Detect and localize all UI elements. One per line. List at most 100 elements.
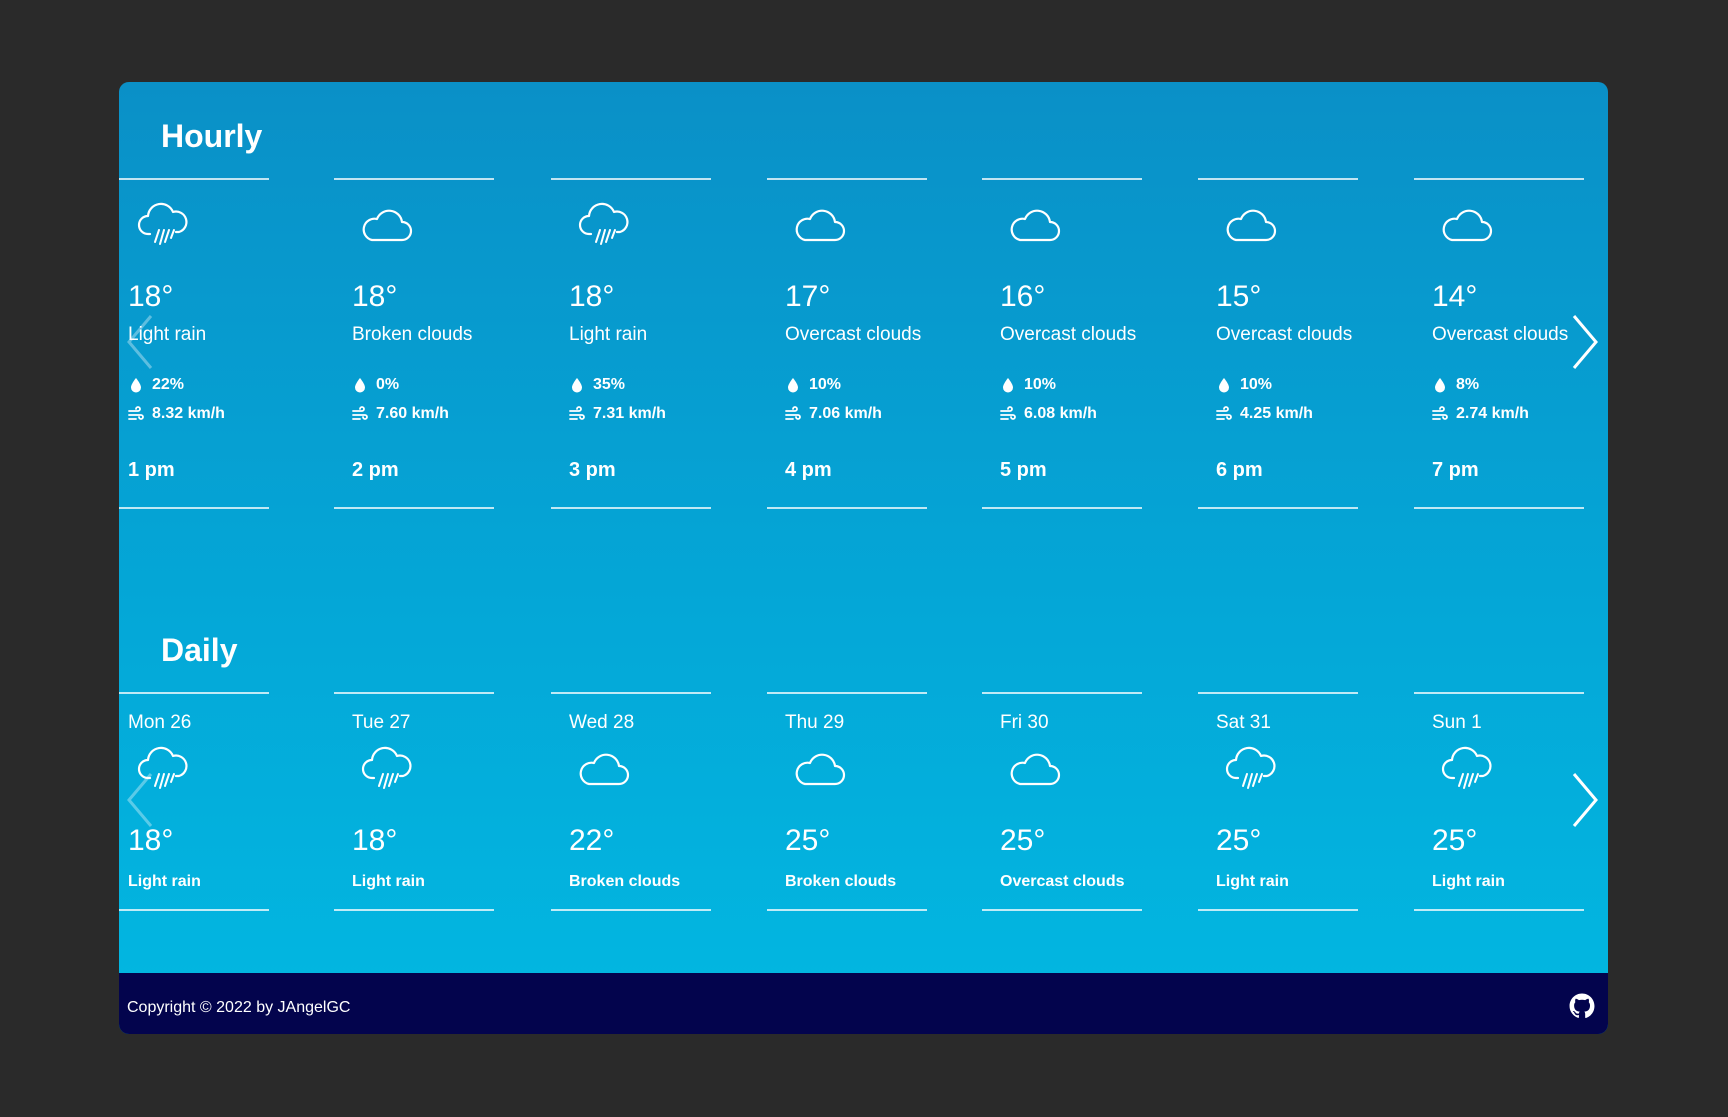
hourly-wind: 6.08 km/h xyxy=(1000,405,1097,423)
rain-cloud-icon xyxy=(573,200,633,254)
hourly-precip: 0% xyxy=(352,376,399,394)
rain-cloud-icon xyxy=(1220,744,1280,798)
hourly-precip: 22% xyxy=(128,376,184,394)
hourly-temp: 16° xyxy=(1000,280,1046,313)
hourly-wind: 8.32 km/h xyxy=(128,405,225,423)
hourly-desc: Overcast clouds xyxy=(1000,324,1137,345)
daily-day: Tue 27 xyxy=(352,712,411,733)
hourly-precip: 10% xyxy=(785,376,841,394)
github-icon[interactable] xyxy=(1569,993,1595,1019)
precip-value: 10% xyxy=(809,376,842,393)
rain-cloud-icon xyxy=(132,200,192,254)
daily-day: Sun 1 xyxy=(1432,712,1482,733)
cloud-icon xyxy=(1004,200,1064,254)
hourly-precip: 8% xyxy=(1432,376,1479,394)
hourly-precip: 10% xyxy=(1000,376,1056,394)
daily-title: Daily xyxy=(161,632,238,668)
hourly-prev-arrow-icon[interactable] xyxy=(121,310,161,374)
hourly-temp: 15° xyxy=(1216,280,1262,313)
wind-icon xyxy=(569,406,585,422)
wind-value: 2.74 km/h xyxy=(1456,405,1529,422)
precip-value: 0% xyxy=(376,376,400,393)
wind-value: 7.60 km/h xyxy=(376,405,449,422)
precip-value: 22% xyxy=(152,376,185,393)
droplet-icon xyxy=(352,377,368,393)
cloud-icon xyxy=(789,200,849,254)
cloud-icon xyxy=(1004,744,1064,798)
daily-forecast-item[interactable]: Sun 1 25° Light rain xyxy=(1414,692,1584,911)
hourly-forecast-item[interactable]: 16° Overcast clouds 10% 6.08 km/h 5 pm xyxy=(982,178,1142,509)
cloud-icon xyxy=(1436,200,1496,254)
hourly-temp: 18° xyxy=(352,280,398,313)
hourly-forecast-item[interactable]: 14° Overcast clouds 8% 2.74 km/h 7 pm xyxy=(1414,178,1584,509)
daily-desc: Broken clouds xyxy=(785,873,897,890)
hourly-temp: 18° xyxy=(569,280,615,313)
wind-value: 8.32 km/h xyxy=(152,405,225,422)
daily-day: Thu 29 xyxy=(785,712,845,733)
hourly-time: 7 pm xyxy=(1432,459,1479,481)
droplet-icon xyxy=(1000,377,1016,393)
copyright-text: Copyright © 2022 by JAngelGC xyxy=(127,999,351,1016)
precip-value: 8% xyxy=(1456,376,1480,393)
daily-next-arrow-icon[interactable] xyxy=(1564,768,1604,832)
hourly-wind: 2.74 km/h xyxy=(1432,405,1529,423)
daily-desc: Broken clouds xyxy=(569,873,681,890)
precip-value: 35% xyxy=(593,376,626,393)
hourly-precip: 10% xyxy=(1216,376,1272,394)
wind-icon xyxy=(1216,406,1232,422)
hourly-carousel: 18° Light rain 22% 8.32 km/h 1 pm 18° Broken c… xyxy=(119,178,1608,509)
wind-icon xyxy=(1000,406,1016,422)
wind-value: 6.08 km/h xyxy=(1024,405,1097,422)
droplet-icon xyxy=(128,377,144,393)
daily-prev-arrow-icon[interactable] xyxy=(121,768,161,832)
hourly-desc: Overcast clouds xyxy=(1216,324,1353,345)
wind-value: 7.31 km/h xyxy=(593,405,666,422)
precip-value: 10% xyxy=(1240,376,1273,393)
daily-forecast-item[interactable]: Tue 27 18° Light rain xyxy=(334,692,494,911)
daily-day: Mon 26 xyxy=(128,712,192,733)
hourly-time: 3 pm xyxy=(569,459,616,481)
hourly-temp: 14° xyxy=(1432,280,1478,313)
hourly-forecast-item[interactable]: 15° Overcast clouds 10% 4.25 km/h 6 pm xyxy=(1198,178,1358,509)
wind-value: 4.25 km/h xyxy=(1240,405,1313,422)
daily-desc: Light rain xyxy=(128,873,201,890)
droplet-icon xyxy=(785,377,801,393)
weather-card: Hourly 18° Light rain 22% 8.32 km/h 1 pm 18° B… xyxy=(119,82,1608,1034)
hourly-wind: 7.31 km/h xyxy=(569,405,666,423)
hourly-desc: Light rain xyxy=(569,324,648,345)
daily-desc: Light rain xyxy=(352,873,425,890)
wind-icon xyxy=(352,406,368,422)
hourly-next-arrow-icon[interactable] xyxy=(1564,310,1604,374)
hourly-time: 1 pm xyxy=(128,459,175,481)
hourly-forecast-item[interactable]: 17° Overcast clouds 10% 7.06 km/h 4 pm xyxy=(767,178,927,509)
daily-forecast-item[interactable]: Fri 30 25° Overcast clouds xyxy=(982,692,1142,911)
hourly-temp: 17° xyxy=(785,280,831,313)
daily-forecast-item[interactable]: Sat 31 25° Light rain xyxy=(1198,692,1358,911)
droplet-icon xyxy=(569,377,585,393)
daily-temp: 25° xyxy=(785,824,831,857)
hourly-desc: Overcast clouds xyxy=(785,324,922,345)
wind-icon xyxy=(1432,406,1448,422)
wind-icon xyxy=(785,406,801,422)
daily-desc: Light rain xyxy=(1432,873,1505,890)
precip-value: 10% xyxy=(1024,376,1057,393)
hourly-forecast-item[interactable]: 18° Broken clouds 0% 7.60 km/h 2 pm xyxy=(334,178,494,509)
footer: Copyright © 2022 by JAngelGC xyxy=(119,973,1608,1034)
daily-day: Wed 28 xyxy=(569,712,635,733)
cloud-icon xyxy=(789,744,849,798)
daily-forecast-item[interactable]: Thu 29 25° Broken clouds xyxy=(767,692,927,911)
hourly-precip: 35% xyxy=(569,376,625,394)
daily-day: Fri 30 xyxy=(1000,712,1049,733)
hourly-forecast-item[interactable]: 18° Light rain 35% 7.31 km/h 3 pm xyxy=(551,178,711,509)
hourly-desc: Overcast clouds xyxy=(1432,324,1569,345)
daily-forecast-item[interactable]: Wed 28 22° Broken clouds xyxy=(551,692,711,911)
daily-temp: 25° xyxy=(1216,824,1262,857)
daily-temp: 25° xyxy=(1000,824,1046,857)
hourly-time: 2 pm xyxy=(352,459,399,481)
hourly-wind: 4.25 km/h xyxy=(1216,405,1313,423)
hourly-desc: Broken clouds xyxy=(352,324,473,345)
daily-desc: Overcast clouds xyxy=(1000,873,1125,890)
cloud-icon xyxy=(356,200,416,254)
hourly-wind: 7.60 km/h xyxy=(352,405,449,423)
rain-cloud-icon xyxy=(1436,744,1496,798)
